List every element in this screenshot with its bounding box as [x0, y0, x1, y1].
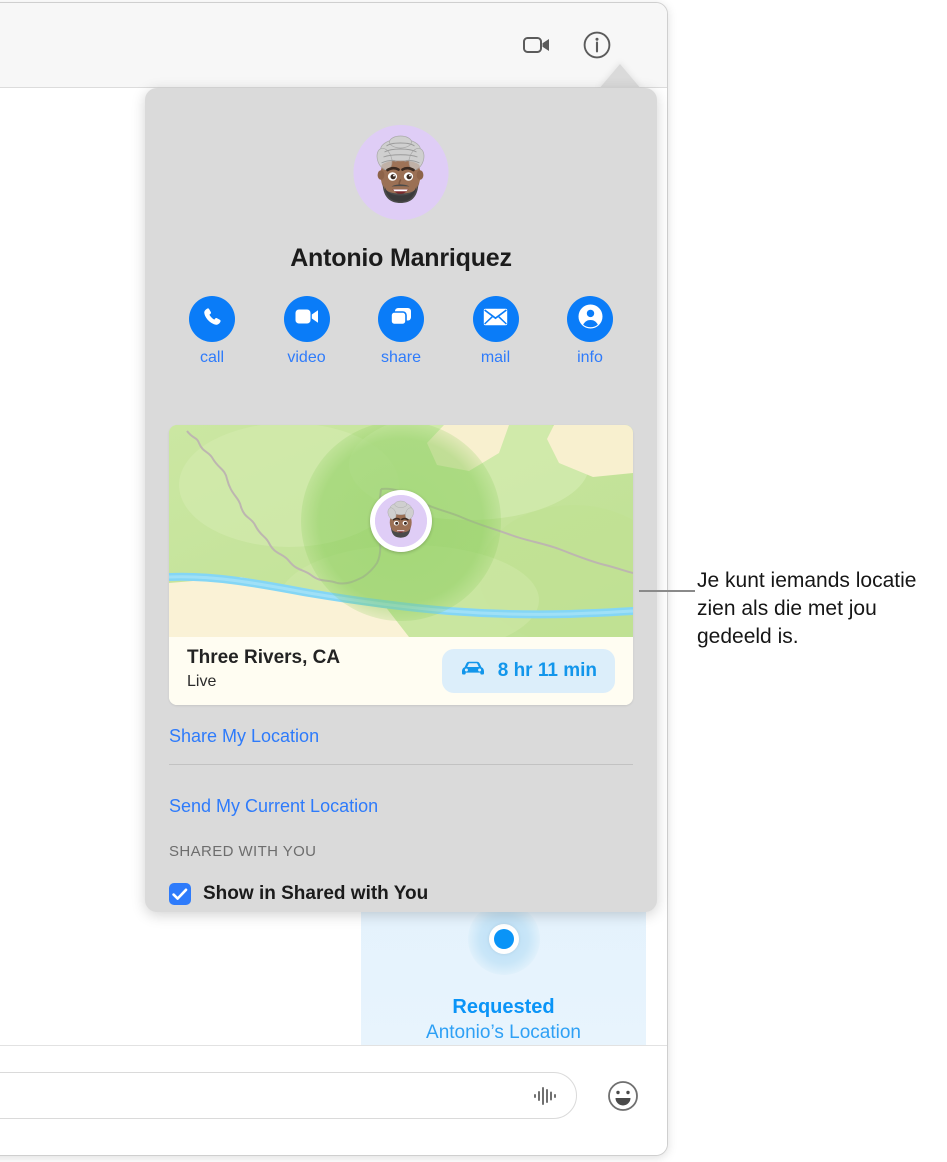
map-live-status: Live: [187, 673, 217, 690]
person-circle-icon: [578, 304, 603, 334]
map-place-name: Three Rivers, CA: [187, 647, 341, 668]
show-in-shared-with-you-row[interactable]: Show in Shared with You: [169, 883, 428, 905]
info-button[interactable]: info: [551, 296, 629, 367]
phone-icon-wrap: [189, 296, 235, 342]
action-label: mail: [480, 349, 511, 366]
screen-share-icon: [389, 306, 413, 332]
bubble-subtitle: Antonio’s Location: [426, 1022, 581, 1043]
video-camera-icon: [295, 308, 319, 330]
action-label: info: [577, 349, 603, 366]
video-button[interactable]: video: [268, 296, 346, 367]
callout-text: Je kunt iemands locatie zien als die met…: [697, 569, 917, 648]
location-dot-icon: [467, 903, 540, 975]
window-toolbar: [0, 3, 667, 88]
envelope-icon: [483, 308, 508, 331]
popover-arrow: [598, 64, 642, 90]
facetime-button[interactable]: [519, 29, 555, 65]
show-in-shared-label: Show in Shared with You: [203, 883, 429, 904]
message-input[interactable]: [0, 1072, 577, 1119]
memoji-avatar: [353, 125, 449, 220]
drive-time-text: 8 hr 11 min: [497, 660, 597, 681]
call-button[interactable]: call: [173, 296, 251, 367]
callout-leader-line: [639, 590, 695, 592]
video-camera-icon: [523, 35, 551, 60]
send-my-current-location-label: Send My Current Location: [169, 796, 379, 816]
details-info-button[interactable]: [579, 29, 615, 65]
send-my-current-location-link[interactable]: Send My Current Location: [169, 796, 633, 817]
memoji-avatar: [375, 495, 427, 547]
info-icon-wrap: [567, 296, 613, 342]
audio-waveform-icon[interactable]: [532, 1084, 560, 1108]
car-icon: [460, 660, 486, 682]
popover-divider: [169, 764, 633, 765]
location-map-card[interactable]: Three Rivers, CA Live 8 hr 11 min: [169, 425, 633, 705]
contact-name: Antonio Manriquez: [290, 244, 512, 272]
shared-with-you-header: SHARED WITH YOU: [169, 843, 317, 860]
compose-bar: [0, 1045, 667, 1155]
show-in-shared-checkbox[interactable]: [169, 883, 191, 905]
smiley-face-icon: [607, 1081, 639, 1116]
share-my-location-label: Share My Location: [169, 726, 320, 746]
mail-button[interactable]: mail: [457, 296, 535, 367]
share-my-location-link[interactable]: Share My Location: [169, 726, 633, 747]
phone-icon: [201, 306, 223, 333]
info-circle-icon: [583, 31, 611, 64]
drive-time-badge[interactable]: 8 hr 11 min: [441, 649, 615, 693]
action-label: call: [199, 349, 224, 366]
map-location-pin: [301, 425, 501, 621]
share-button[interactable]: share: [362, 296, 440, 367]
action-label: share: [380, 349, 422, 366]
map-footer: Three Rivers, CA Live 8 hr 11 min: [169, 637, 633, 705]
mail-icon-wrap: [472, 296, 519, 342]
quick-action-row: call video share mail info: [173, 296, 629, 367]
share-icon-wrap: [378, 296, 424, 342]
emoji-picker-button[interactable]: [607, 1080, 639, 1112]
action-label: video: [287, 349, 326, 366]
video-icon-wrap: [283, 296, 330, 342]
bubble-title: Requested: [452, 996, 555, 1018]
contact-details-popover: Antonio Manriquez call video share mail …: [145, 88, 657, 912]
